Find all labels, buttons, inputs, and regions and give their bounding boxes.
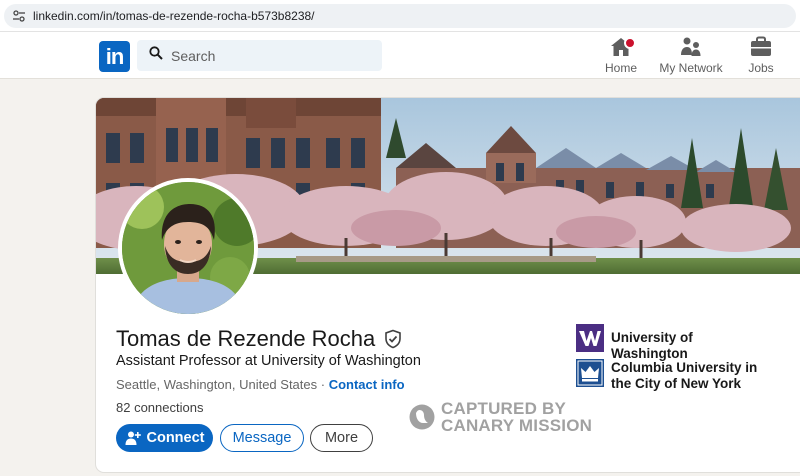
watermark-line-2: CANARY MISSION [441,416,593,435]
url-field[interactable]: linkedin.com/in/tomas-de-rezende-rocha-b… [4,4,796,28]
tune-icon[interactable] [12,9,26,23]
connections-count[interactable]: 82 connections [116,400,203,415]
education-name: Columbia University in the City of New Y… [611,360,758,391]
profile-name: Tomas de Rezende Rocha [116,326,376,351]
top-navigation: in Home My Network [0,32,800,79]
url-text: linkedin.com/in/tomas-de-rezende-rocha-b… [33,9,315,23]
canary-logo-icon [409,404,435,430]
education-item-uw[interactable]: University of Washington [576,324,771,362]
education-item-columbia[interactable]: Columbia University in the City of New Y… [576,359,771,392]
profile-name-row: Tomas de Rezende Rocha [116,326,403,352]
nav-item-my-network[interactable]: My Network [655,36,727,76]
contact-info-link[interactable]: Contact info [329,377,405,392]
nav-item-home[interactable]: Home [598,36,644,76]
search-box[interactable] [137,40,382,71]
education-name: University of Washington [611,330,693,361]
people-icon [679,36,703,58]
linkedin-logo[interactable]: in [99,41,130,72]
notification-badge [624,37,636,49]
location-separator: · [317,377,329,392]
canary-mission-watermark: CAPTURED BY CANARY MISSION [409,400,592,434]
uw-logo-icon [576,324,604,352]
profile-location-row: Seattle, Washington, United States · Con… [116,377,405,392]
search-input[interactable] [171,47,371,64]
verified-shield-icon[interactable] [383,329,403,349]
browser-address-bar: linkedin.com/in/tomas-de-rezende-rocha-b… [0,0,800,32]
message-button[interactable]: Message [220,424,304,452]
search-icon [149,46,163,65]
profile-headline: Assistant Professor at University of Was… [116,353,421,369]
nav-label-jobs: Jobs [748,61,774,75]
nav-label-home: Home [604,61,637,75]
add-person-icon [125,430,141,446]
watermark-text: CAPTURED BY CANARY MISSION [441,400,592,434]
nav-item-jobs[interactable]: Jobs [738,36,784,76]
connect-button[interactable]: Connect [116,424,213,452]
more-button[interactable]: More [310,424,373,452]
profile-photo[interactable] [118,178,258,318]
profile-location: Seattle, Washington, United States [116,377,318,392]
watermark-line-1: CAPTURED BY [441,399,566,418]
columbia-crown-icon [576,359,604,387]
profile-card: Tomas de Rezende Rocha Assistant Profess… [96,98,800,472]
nav-label-my-network: My Network [659,61,723,75]
connect-label: Connect [146,430,205,446]
briefcase-icon [749,36,773,58]
